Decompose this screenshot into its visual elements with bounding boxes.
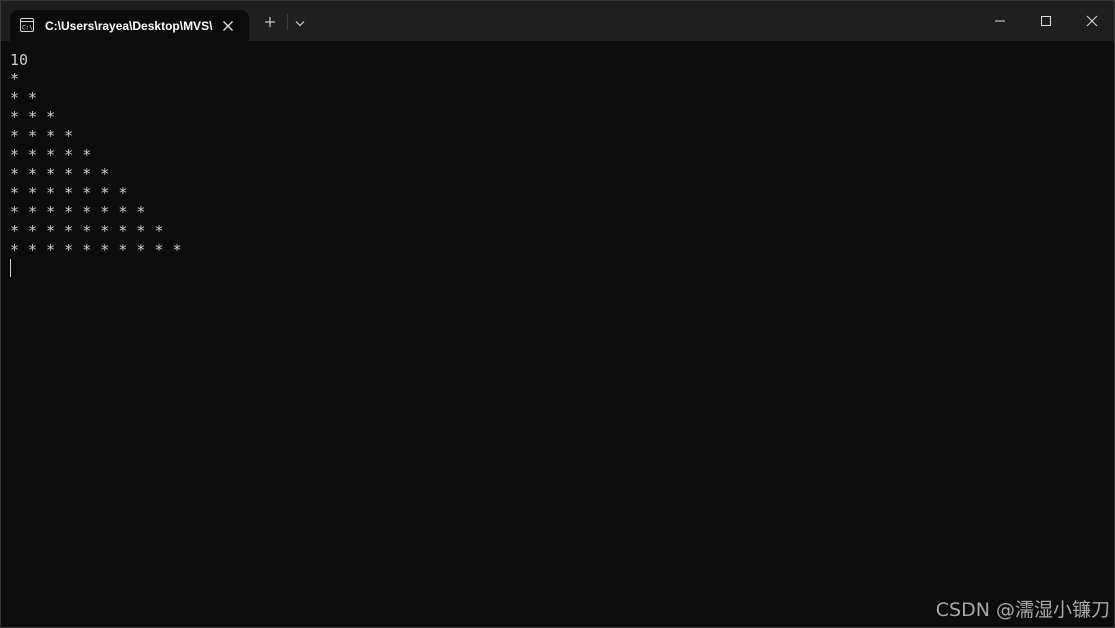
console-line: 10 [10,51,29,69]
tab-title: C:\Users\rayea\Desktop\MVS\ [45,19,213,33]
plus-icon[interactable] [260,12,280,32]
close-window-button[interactable] [1069,1,1114,41]
tab-separator [287,14,288,30]
console-line: * * * * * * * * [10,203,146,221]
console-line: * * * [10,108,56,126]
tab-console[interactable]: C:\ C:\Users\rayea\Desktop\MVS\ [10,10,249,41]
terminal-icon: C:\ [20,18,34,32]
console-line: * * * * * * * [10,184,128,202]
terminal-window: C:\ C:\Users\rayea\Desktop\MVS\ 10 * * *… [0,0,1115,628]
svg-text:C:\: C:\ [22,25,33,32]
chevron-down-icon[interactable] [291,14,309,32]
watermark: CSDN @濡湿小镰刀 [935,599,1110,621]
minimize-icon [995,20,1005,22]
maximize-button[interactable] [1023,1,1069,41]
maximize-icon [1041,16,1051,26]
text-cursor [10,259,11,277]
title-bar[interactable]: C:\ C:\Users\rayea\Desktop\MVS\ [1,1,1114,41]
console-line: * * [10,89,38,107]
console-line: * * * * * [10,146,92,164]
close-icon [1086,15,1098,27]
console-line: * * * * [10,127,74,145]
close-tab-icon[interactable] [222,19,234,31]
minimize-button[interactable] [977,1,1023,41]
console-line: * [10,70,20,88]
console-line: * * * * * * * * * [10,222,164,240]
console-line: * * * * * * * * * * [10,241,182,259]
console-line: * * * * * * [10,165,110,183]
console-output[interactable]: 10 * * * * * * * * * * * * * * * * * * *… [1,41,1114,627]
